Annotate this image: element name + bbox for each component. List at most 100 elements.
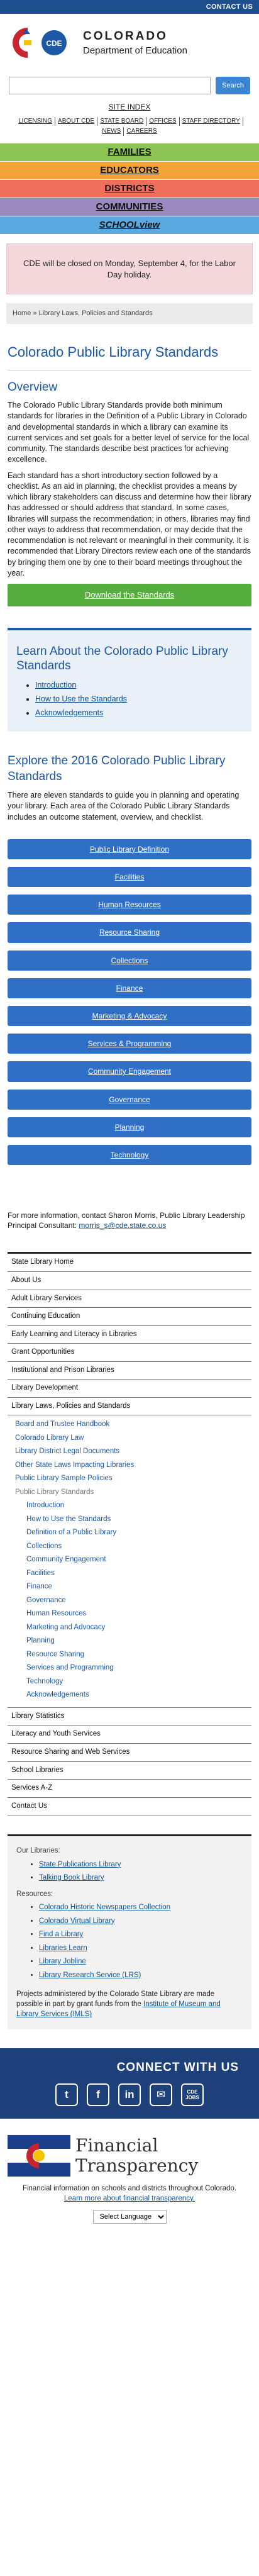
libraries-box: Our Libraries: State Publications Librar… xyxy=(8,1834,251,2030)
overview-section: Overview The Colorado Public Library Sta… xyxy=(0,371,259,615)
sidenav-subsubitem[interactable]: Definition of a Public Library xyxy=(26,1526,251,1540)
main-nav: FAMILIES EDUCATORS DISTRICTS COMMUNITIES… xyxy=(0,143,259,235)
sidenav-subsubitem[interactable]: Technology xyxy=(26,1675,251,1689)
site-index-link[interactable]: SITE INDEX xyxy=(109,103,151,111)
twitter-icon[interactable]: t xyxy=(55,2083,78,2107)
toplink-news[interactable]: NEWS xyxy=(99,127,124,137)
nav-families[interactable]: FAMILIES xyxy=(0,143,259,162)
facebook-icon[interactable]: f xyxy=(87,2083,109,2107)
nav-communities[interactable]: COMMUNITIES xyxy=(0,198,259,217)
sidenav-subitem[interactable]: Public Library Sample Policies xyxy=(15,1472,251,1486)
learn-link-how-to-use[interactable]: How to Use the Standards xyxy=(35,694,127,703)
cde-jobs-icon[interactable]: CDE JOBS xyxy=(181,2083,204,2107)
linkedin-icon[interactable]: in xyxy=(118,2083,141,2107)
sidenav-item[interactable]: State Library Home xyxy=(8,1254,251,1272)
download-standards-button[interactable]: Download the Standards xyxy=(8,584,251,606)
sidenav-subitem[interactable]: Colorado Library Law xyxy=(15,1432,251,1446)
sidenav-item[interactable]: About Us xyxy=(8,1272,251,1290)
sidenav-item[interactable]: Contact Us xyxy=(8,1798,251,1816)
learn-link-introduction[interactable]: Introduction xyxy=(35,681,76,689)
learn-link-acknowledgements[interactable]: Acknowledgements xyxy=(35,708,103,717)
sidenav-subsubitem[interactable]: Resource Sharing xyxy=(26,1648,251,1662)
standard-button-marketing[interactable]: Marketing & Advocacy xyxy=(8,1005,251,1027)
search-bar: Search xyxy=(0,68,259,98)
sidenav-item[interactable]: Literacy and Youth Services xyxy=(8,1726,251,1744)
list-item: Introduction xyxy=(35,680,243,691)
nav-schoolview[interactable]: SCHOOLview xyxy=(0,216,259,235)
language-select[interactable]: Select Language xyxy=(92,2210,167,2224)
standard-button-community[interactable]: Community Engagement xyxy=(8,1061,251,1082)
standard-button-services[interactable]: Services & Programming xyxy=(8,1034,251,1054)
nav-districts[interactable]: DISTRICTS xyxy=(0,180,259,199)
standard-button-planning[interactable]: Planning xyxy=(8,1117,251,1137)
standard-button-collections[interactable]: Collections xyxy=(8,950,251,971)
search-button[interactable]: Search xyxy=(216,77,250,94)
sidenav-subitem[interactable]: Library District Legal Documents xyxy=(15,1445,251,1459)
learn-box: Learn About the Colorado Public Library … xyxy=(8,627,251,732)
sidenav-subsubitem[interactable]: Collections xyxy=(26,1540,251,1554)
resource-link[interactable]: Library Research Service (LRS) xyxy=(39,1971,141,1979)
sidenav-subsubitem[interactable]: Human Resources xyxy=(26,1607,251,1621)
sidenav-item[interactable]: Resource Sharing and Web Services xyxy=(8,1744,251,1762)
cde-logo[interactable]: CDE xyxy=(9,24,78,62)
sidenav-subsubitem[interactable]: How to Use the Standards xyxy=(26,1513,251,1527)
standard-button-finance[interactable]: Finance xyxy=(8,978,251,998)
page-title: Colorado Public Library Standards xyxy=(8,344,219,360)
sidenav-subsubitem[interactable]: Community Engagement xyxy=(26,1553,251,1567)
sidenav-item-active[interactable]: Library Laws, Policies and Standards xyxy=(8,1398,251,1416)
sidenav-item[interactable]: Library Statistics xyxy=(8,1708,251,1726)
sidenav-subsubitem[interactable]: Services and Programming xyxy=(26,1661,251,1675)
resource-link[interactable]: Find a Library xyxy=(39,1931,83,1938)
toplink-careers[interactable]: CAREERS xyxy=(124,127,159,136)
ft-learn-more-link[interactable]: Learn more about financial transparency. xyxy=(64,2195,195,2202)
library-link[interactable]: State Publications Library xyxy=(39,1861,121,1868)
search-input[interactable] xyxy=(9,77,211,94)
resource-link[interactable]: Libraries Learn xyxy=(39,1944,87,1952)
standard-button-human-resources[interactable]: Human Resources xyxy=(8,895,251,915)
library-link[interactable]: Talking Book Library xyxy=(39,1874,104,1882)
sidenav-item[interactable]: Early Learning and Literacy in Libraries xyxy=(8,1326,251,1344)
overview-heading: Overview xyxy=(8,380,58,394)
toplink-about[interactable]: ABOUT CDE xyxy=(55,117,98,126)
standard-button-resource-sharing[interactable]: Resource Sharing xyxy=(8,922,251,943)
sidenav-item[interactable]: Institutional and Prison Libraries xyxy=(8,1362,251,1380)
resource-link[interactable]: Colorado Historic Newspapers Collection xyxy=(39,1904,170,1911)
standards-buttons: Public Library Definition Facilities Hum… xyxy=(0,837,259,1183)
toplink-offices[interactable]: OFFICES xyxy=(146,117,180,126)
sidenav-subitem[interactable]: Other State Laws Impacting Libraries xyxy=(15,1459,251,1473)
list-item: Colorado Virtual Library xyxy=(39,1917,243,1927)
sidenav-subsubitem[interactable]: Marketing and Advocacy xyxy=(26,1621,251,1635)
sidenav-item[interactable]: Library Development xyxy=(8,1380,251,1398)
standard-button-technology[interactable]: Technology xyxy=(8,1144,251,1166)
resource-link[interactable]: Library Jobline xyxy=(39,1958,86,1965)
contact-us-link[interactable]: CONTACT US xyxy=(206,3,253,12)
toplink-licensing[interactable]: LICENSING xyxy=(16,117,56,126)
sidenav-subsubitem[interactable]: Facilities xyxy=(26,1567,251,1581)
sidenav-subitem[interactable]: Board and Trustee Handbook xyxy=(15,1418,251,1432)
resource-link[interactable]: Colorado Virtual Library xyxy=(39,1917,115,1925)
toplink-state-board[interactable]: STATE BOARD xyxy=(97,117,147,126)
learn-list: Introduction How to Use the Standards Ac… xyxy=(16,680,243,718)
standard-button-governance[interactable]: Governance xyxy=(8,1089,251,1110)
sidenav-subsubitem[interactable]: Governance xyxy=(26,1594,251,1608)
nav-educators[interactable]: EDUCATORS xyxy=(0,162,259,181)
breadcrumb-home[interactable]: Home xyxy=(13,309,31,317)
ft-title-line-1: Financial xyxy=(75,2134,158,2156)
email-icon[interactable]: ✉ xyxy=(150,2083,172,2107)
sidenav-subsubitem[interactable]: Acknowledgements xyxy=(26,1688,251,1702)
sidenav-subsubitem[interactable]: Planning xyxy=(26,1634,251,1648)
toplink-staff[interactable]: STAFF DIRECTORY xyxy=(180,117,243,126)
standard-button-definition[interactable]: Public Library Definition xyxy=(8,839,251,860)
sidenav-item[interactable]: School Libraries xyxy=(8,1762,251,1780)
contact-info: For more information, contact Sharon Mor… xyxy=(0,1183,259,1243)
sidenav-item[interactable]: Services A-Z xyxy=(8,1780,251,1798)
site-index: SITE INDEX xyxy=(0,102,259,112)
sidenav-item[interactable]: Continuing Education xyxy=(8,1308,251,1326)
sidenav-subsubitem[interactable]: Finance xyxy=(26,1580,251,1594)
standard-button-facilities[interactable]: Facilities xyxy=(8,867,251,888)
list-item: Acknowledgements xyxy=(35,708,243,718)
sidenav-item[interactable]: Grant Opportunities xyxy=(8,1344,251,1362)
contact-email-link[interactable]: morris_s@cde.state.co.us xyxy=(79,1221,166,1230)
sidenav-subsubitem[interactable]: Introduction xyxy=(26,1499,251,1513)
sidenav-item[interactable]: Adult Library Services xyxy=(8,1290,251,1308)
